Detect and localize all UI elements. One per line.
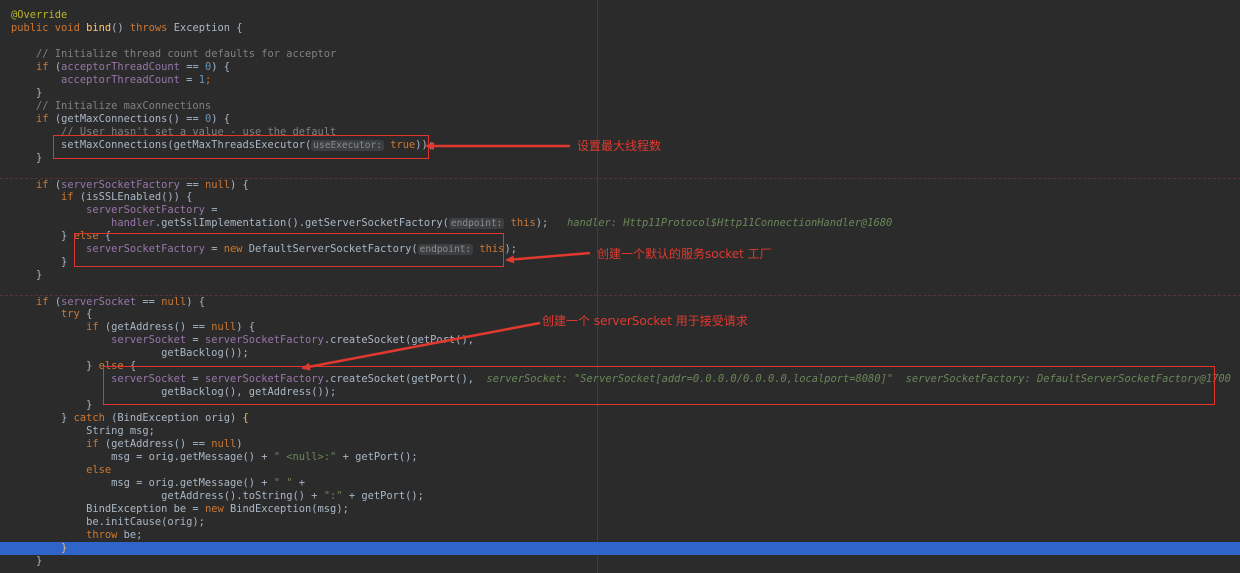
annotation-max-threads: 设置最大线程数 bbox=[577, 139, 662, 153]
arrow-to-default-factory bbox=[505, 251, 591, 264]
annotation-create-server-socket: 创建一个 serverSocket 用于接受请求 bbox=[542, 314, 748, 328]
arrow-to-create-socket bbox=[301, 321, 541, 371]
annotation-arrows bbox=[301, 142, 591, 371]
annotation-default-factory: 创建一个默认的服务socket 工厂 bbox=[597, 247, 772, 261]
